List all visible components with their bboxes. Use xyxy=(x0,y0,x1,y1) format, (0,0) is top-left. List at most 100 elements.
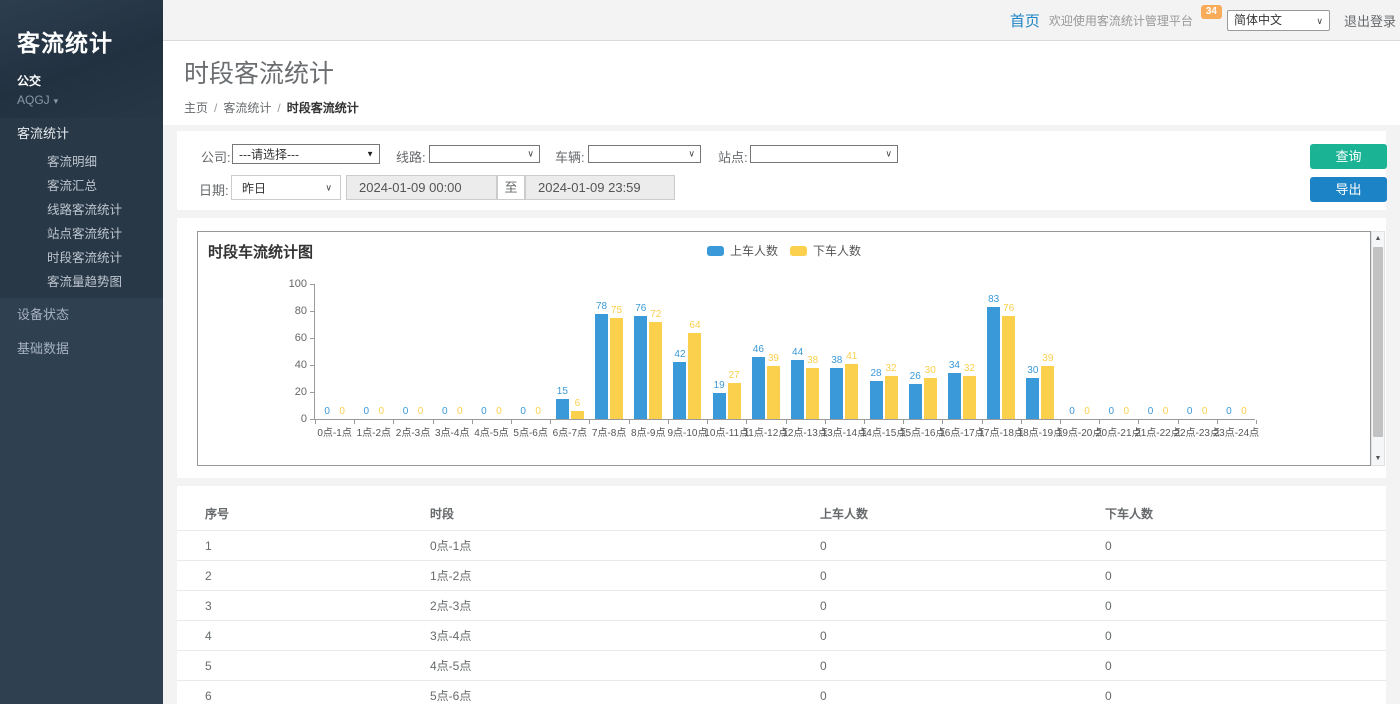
x-axis-category-label: 23点-24点 xyxy=(1206,424,1266,439)
bar-value-label: 72 xyxy=(641,309,671,320)
alighting-bar[interactable] xyxy=(963,376,976,419)
caret-down-icon: ▾ xyxy=(54,96,59,106)
table-cell: 1点-2点 xyxy=(402,561,792,591)
boarding-bar[interactable] xyxy=(948,373,961,419)
page-title: 时段客流统计 xyxy=(184,54,1400,90)
alighting-bar[interactable] xyxy=(688,333,701,419)
chart-vertical-scrollbar[interactable]: ▲ ▼ xyxy=(1371,231,1385,466)
sidebar-subitem-5[interactable]: 时段客流统计 xyxy=(0,246,163,270)
sidebar-subitem-6[interactable]: 客流量趋势图 xyxy=(0,270,163,294)
topbar: 首页 欢迎使用客流统计管理平台 34 简体中文 ∨ 退出登录 xyxy=(163,0,1400,41)
table-cell: 3 xyxy=(177,591,402,621)
date-preset-select[interactable]: 昨日 ∨ xyxy=(231,175,341,200)
sidebar-subitem-2[interactable]: 客流汇总 xyxy=(0,174,163,198)
breadcrumb-item-2[interactable]: 客流统计 xyxy=(223,101,271,115)
boarding-bar[interactable] xyxy=(634,316,647,419)
legend-item[interactable]: 下车人数 xyxy=(790,242,861,259)
table-header-row: 序号时段上车人数下车人数 xyxy=(177,498,1386,531)
table-row: 21点-2点00 xyxy=(177,561,1386,591)
bar-value-label: 64 xyxy=(680,320,710,331)
home-link[interactable]: 首页 xyxy=(1010,10,1040,31)
legend-item[interactable]: 上车人数 xyxy=(707,242,778,259)
bar-value-label: 0 xyxy=(406,406,436,417)
sidebar-subitem-3[interactable]: 线路客流统计 xyxy=(0,198,163,222)
welcome-text: 欢迎使用客流统计管理平台 xyxy=(1049,12,1193,29)
boarding-bar[interactable] xyxy=(791,360,804,419)
scroll-down-icon[interactable]: ▼ xyxy=(1372,455,1384,462)
user-name: AQGJ xyxy=(17,93,50,107)
alighting-bar[interactable] xyxy=(806,368,819,419)
bar-value-label: 6 xyxy=(562,398,592,409)
table-row: 65点-6点00 xyxy=(177,681,1386,704)
language-value: 简体中文 xyxy=(1234,13,1282,27)
company-select[interactable]: ---请选择--- ▼ xyxy=(232,144,380,164)
date-end-input[interactable]: 2024-01-09 23:59 xyxy=(525,175,675,200)
alighting-bar[interactable] xyxy=(728,383,741,419)
boarding-bar[interactable] xyxy=(987,307,1000,419)
breadcrumb-separator: / xyxy=(277,101,280,115)
boarding-bar[interactable] xyxy=(909,384,922,419)
station-select[interactable]: ∨ xyxy=(750,145,898,163)
legend-swatch xyxy=(790,246,807,256)
bar-value-label: 38 xyxy=(798,355,828,366)
bar-value-label: 0 xyxy=(1072,406,1102,417)
alighting-bar[interactable] xyxy=(571,411,584,419)
alighting-bar[interactable] xyxy=(767,366,780,419)
alighting-bar[interactable] xyxy=(1041,366,1054,419)
vehicle-label: 车辆: xyxy=(555,147,585,166)
y-axis-tick-mark xyxy=(310,311,314,312)
table-cell: 0 xyxy=(1077,561,1386,591)
boarding-bar[interactable] xyxy=(830,368,843,419)
sidebar-subitem-1[interactable]: 客流明细 xyxy=(0,150,163,174)
chart-legend: 上车人数 下车人数 xyxy=(701,242,867,259)
bar-value-label: 15 xyxy=(547,386,577,397)
bar-value-label: 39 xyxy=(1033,353,1063,364)
alighting-bar[interactable] xyxy=(649,322,662,419)
bar-value-label: 0 xyxy=(327,406,357,417)
alighting-bar[interactable] xyxy=(924,378,937,419)
y-axis-tick-mark xyxy=(310,419,314,420)
boarding-bar[interactable] xyxy=(752,357,765,419)
alighting-bar[interactable] xyxy=(1002,316,1015,419)
alighting-bar[interactable] xyxy=(885,376,898,419)
sidebar-section-1[interactable]: 客流统计 xyxy=(0,118,163,150)
boarding-bar[interactable] xyxy=(713,393,726,419)
boarding-bar[interactable] xyxy=(673,362,686,419)
sidebar-section-3[interactable]: 基础数据 xyxy=(0,332,163,366)
user-menu[interactable]: AQGJ ▾ xyxy=(17,93,163,107)
line-label: 线路: xyxy=(396,147,426,166)
alighting-bar[interactable] xyxy=(610,318,623,419)
boarding-bar[interactable] xyxy=(870,381,883,419)
scroll-up-icon[interactable]: ▲ xyxy=(1372,235,1384,242)
breadcrumb-item-3: 时段客流统计 xyxy=(287,101,359,115)
alighting-bar[interactable] xyxy=(845,364,858,419)
sidebar-subitem-4[interactable]: 站点客流统计 xyxy=(0,222,163,246)
bar-value-label: 0 xyxy=(1111,406,1141,417)
y-axis-tick-mark xyxy=(310,365,314,366)
notification-badge[interactable]: 34 xyxy=(1201,5,1222,19)
sidebar-section-2[interactable]: 设备状态 xyxy=(0,298,163,332)
export-button[interactable]: 导出 xyxy=(1310,177,1387,202)
table-cell: 5 xyxy=(177,651,402,681)
date-start-input[interactable]: 2024-01-09 00:00 xyxy=(346,175,497,200)
scrollbar-thumb[interactable] xyxy=(1373,247,1383,437)
legend-label: 下车人数 xyxy=(813,242,861,259)
breadcrumb-item-1[interactable]: 主页 xyxy=(184,101,208,115)
boarding-bar[interactable] xyxy=(595,314,608,419)
boarding-bar[interactable] xyxy=(1026,378,1039,419)
language-select[interactable]: 简体中文 ∨ xyxy=(1227,10,1330,31)
sidebar: 客流统计 公交 AQGJ▾ 客流统计客流明细客流汇总线路客流统计站点客流统计时段… xyxy=(0,0,163,704)
chart-title: 时段车流统计图 xyxy=(208,241,313,262)
chevron-down-icon: ∨ xyxy=(325,182,332,193)
logout-link[interactable]: 退出登录 xyxy=(1344,11,1396,30)
date-preset-value: 昨日 xyxy=(242,179,266,196)
table-cell: 0 xyxy=(1077,681,1386,704)
query-button[interactable]: 查询 xyxy=(1310,144,1387,169)
org-name: 公交 xyxy=(17,72,163,89)
line-select[interactable]: ∨ xyxy=(429,145,540,163)
legend-label: 上车人数 xyxy=(730,242,778,259)
bar-value-label: 0 xyxy=(366,406,396,417)
table-cell: 0 xyxy=(792,681,1077,704)
bar-value-label: 27 xyxy=(719,370,749,381)
vehicle-select[interactable]: ∨ xyxy=(588,145,701,163)
